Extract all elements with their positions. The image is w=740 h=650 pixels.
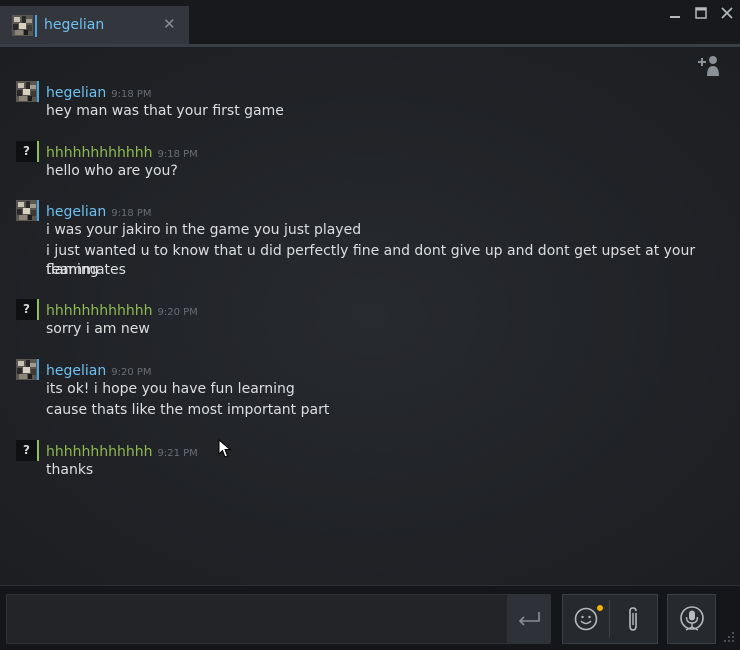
avatar	[16, 200, 37, 221]
message-header: hegelian 9:18 PM	[46, 201, 152, 220]
avatar	[12, 15, 33, 36]
tab-close-button[interactable]: ✕	[163, 15, 176, 33]
timestamp: 9:18 PM	[111, 208, 152, 219]
avatar: ?	[16, 440, 37, 461]
message-header: hhhhhhhhhhhh 9:20 PM	[46, 300, 198, 319]
resize-grip-icon[interactable]	[722, 630, 736, 644]
attach-button[interactable]	[610, 596, 656, 642]
smiley-icon	[574, 607, 598, 631]
minimize-button[interactable]	[662, 0, 688, 26]
timestamp: 9:18 PM	[111, 89, 152, 100]
close-button[interactable]	[714, 0, 740, 26]
sender-name[interactable]: hhhhhhhhhhhh	[46, 145, 152, 161]
timestamp: 9:18 PM	[157, 149, 198, 160]
message-text: its ok! i hope you have fun learning	[46, 381, 295, 397]
avatar: ?	[16, 299, 37, 320]
message-text: cause thats like the most important part	[46, 402, 330, 418]
avatar	[16, 359, 37, 380]
chat-tab[interactable]: hegelian ✕	[0, 6, 189, 46]
chat-history[interactable]: hegelian 9:18 PM hey man was that your fi…	[0, 47, 740, 585]
paperclip-icon	[629, 607, 637, 631]
sender-name[interactable]: hegelian	[46, 85, 106, 101]
message-header: hegelian 9:18 PM	[46, 82, 152, 101]
composer-bar	[0, 585, 740, 650]
message-text: hello who are you?	[46, 163, 178, 179]
timestamp: 9:21 PM	[157, 448, 198, 459]
emoticon-button[interactable]	[563, 596, 609, 642]
message-text: hey man was that your first game	[46, 103, 284, 119]
message-header: hhhhhhhhhhhh 9:18 PM	[46, 142, 198, 161]
enter-arrow-icon	[518, 612, 540, 626]
mouse-cursor-icon	[218, 439, 232, 458]
status-accent	[37, 200, 39, 221]
message-text: teammates	[46, 262, 126, 278]
minimize-icon	[670, 16, 680, 18]
status-accent	[37, 81, 39, 102]
status-accent	[37, 141, 39, 162]
tab-status-accent	[35, 15, 37, 37]
sender-name[interactable]: hegelian	[46, 363, 106, 379]
voice-chat-button[interactable]	[667, 594, 716, 644]
window-controls	[662, 0, 740, 26]
avatar: ?	[16, 141, 37, 162]
sender-name[interactable]: hhhhhhhhhhhh	[46, 444, 152, 460]
status-accent	[37, 440, 39, 461]
send-button[interactable]	[507, 595, 550, 643]
avatar	[16, 81, 37, 102]
status-accent	[37, 359, 39, 380]
maximize-button[interactable]	[688, 0, 714, 26]
message-text: sorry i am new	[46, 321, 150, 337]
add-user-icon	[698, 56, 719, 76]
invite-friend-button[interactable]	[694, 52, 724, 80]
message-input[interactable]	[6, 594, 551, 644]
message-header: hegelian 9:20 PM	[46, 360, 152, 379]
title-bar: hegelian ✕	[0, 0, 740, 47]
maximize-icon	[695, 7, 707, 19]
close-icon	[721, 7, 733, 19]
status-accent	[37, 299, 39, 320]
sender-name[interactable]: hegelian	[46, 204, 106, 220]
tab-title: hegelian	[44, 17, 105, 33]
timestamp: 9:20 PM	[157, 307, 198, 318]
notification-dot	[597, 605, 603, 611]
timestamp: 9:20 PM	[111, 367, 152, 378]
message-text: i was your jakiro in the game you just p…	[46, 222, 362, 238]
message-text: thanks	[46, 462, 94, 478]
microphone-icon	[679, 606, 704, 631]
message-header: hhhhhhhhhhhh 9:21 PM	[46, 441, 198, 460]
sender-name[interactable]: hhhhhhhhhhhh	[46, 303, 152, 319]
emoji-attach-group	[562, 594, 658, 644]
